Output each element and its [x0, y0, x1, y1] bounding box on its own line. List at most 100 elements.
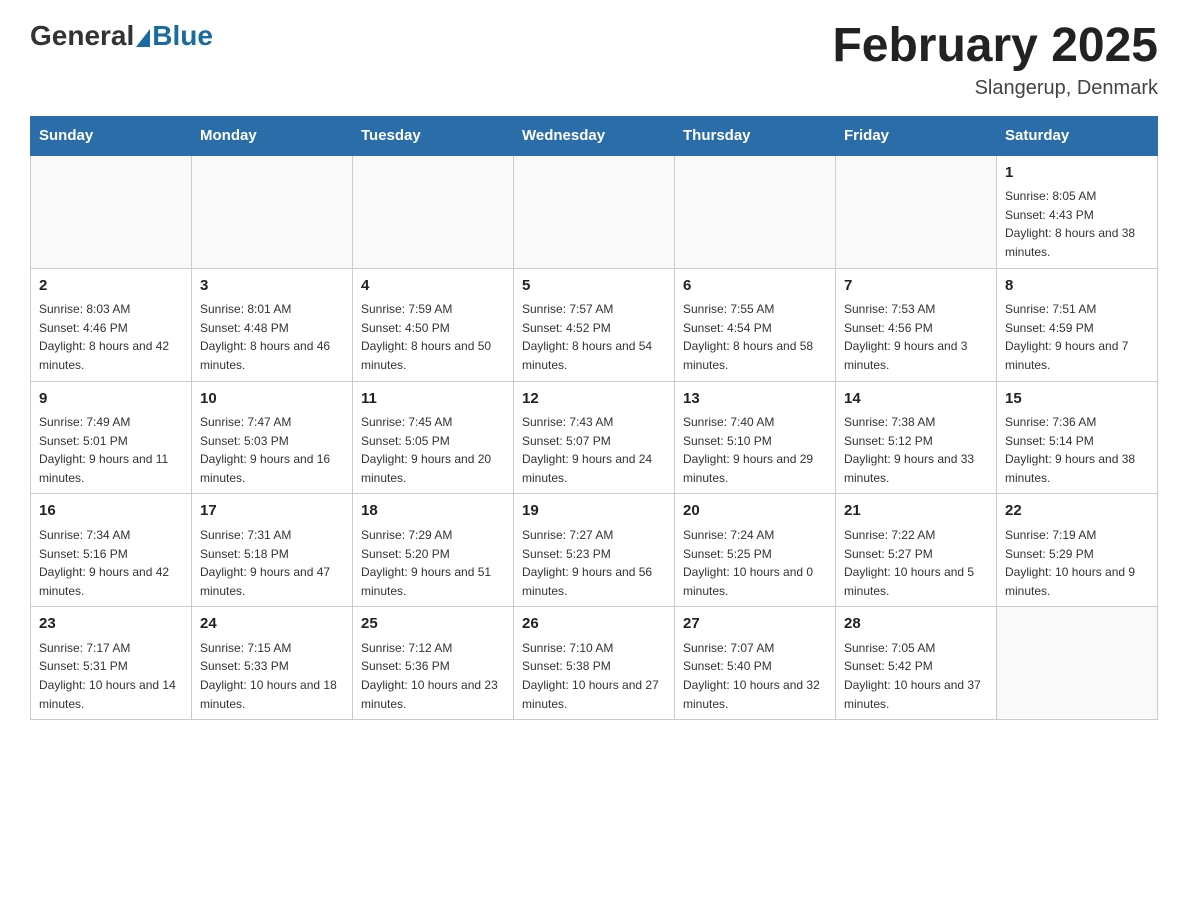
day-info: Sunrise: 7:38 AMSunset: 5:12 PMDaylight:… — [844, 413, 988, 487]
day-info: Sunrise: 7:22 AMSunset: 5:27 PMDaylight:… — [844, 526, 988, 600]
calendar-cell: 21Sunrise: 7:22 AMSunset: 5:27 PMDayligh… — [836, 494, 997, 607]
day-info: Sunrise: 7:31 AMSunset: 5:18 PMDaylight:… — [200, 526, 344, 600]
day-number: 26 — [522, 613, 666, 636]
calendar-cell: 16 Sunrise: 7:34 AMSunset: 5:16 PMDayligh… — [31, 494, 192, 607]
day-info: Sunrise: 7:17 AMSunset: 5:31 PMDaylight:… — [39, 639, 183, 713]
calendar-cell: 14Sunrise: 7:38 AMSunset: 5:12 PMDayligh… — [836, 381, 997, 494]
calendar-cell: 13Sunrise: 7:40 AMSunset: 5:10 PMDayligh… — [675, 381, 836, 494]
day-info: Sunrise: 7:57 AMSunset: 4:52 PMDaylight:… — [522, 300, 666, 374]
day-number: 18 — [361, 500, 505, 523]
day-info: Sunrise: 8:01 AMSunset: 4:48 PMDaylight:… — [200, 300, 344, 374]
calendar-cell: 17Sunrise: 7:31 AMSunset: 5:18 PMDayligh… — [192, 494, 353, 607]
calendar-cell — [997, 607, 1158, 720]
day-number: 8 — [1005, 275, 1149, 298]
calendar-cell: 2Sunrise: 8:03 AMSunset: 4:46 PMDaylight… — [31, 268, 192, 381]
day-number: 1 — [1005, 162, 1149, 185]
day-info: Sunrise: 7:29 AMSunset: 5:20 PMDaylight:… — [361, 526, 505, 600]
day-info: Sunrise: 7:47 AMSunset: 5:03 PMDaylight:… — [200, 413, 344, 487]
day-info: Sunrise: 8:03 AMSunset: 4:46 PMDaylight:… — [39, 300, 183, 374]
calendar-cell: 8Sunrise: 7:51 AMSunset: 4:59 PMDaylight… — [997, 268, 1158, 381]
calendar-cell: 11Sunrise: 7:45 AMSunset: 5:05 PMDayligh… — [353, 381, 514, 494]
calendar-cell: 24 Sunrise: 7:15 AMSunset: 5:33 PMDayligh… — [192, 607, 353, 720]
day-number: 15 — [1005, 388, 1149, 411]
day-number: 7 — [844, 275, 988, 298]
logo-general-text: General — [30, 20, 134, 52]
header-sunday: Sunday — [31, 116, 192, 155]
calendar-cell: 28 Sunrise: 7:05 AMSunset: 5:42 PMDayligh… — [836, 607, 997, 720]
calendar-cell: 9Sunrise: 7:49 AMSunset: 5:01 PMDaylight… — [31, 381, 192, 494]
day-number: 25 — [361, 613, 505, 636]
calendar-cell: 7Sunrise: 7:53 AMSunset: 4:56 PMDaylight… — [836, 268, 997, 381]
day-info: Sunrise: 7:34 AMSunset: 5:16 PMDaylight:… — [39, 526, 183, 600]
day-number: 23 — [39, 613, 183, 636]
day-info: Sunrise: 7:55 AMSunset: 4:54 PMDaylight:… — [683, 300, 827, 374]
day-number: 20 — [683, 500, 827, 523]
day-number: 19 — [522, 500, 666, 523]
header-wednesday: Wednesday — [514, 116, 675, 155]
logo-blue-text: Blue — [152, 20, 213, 52]
calendar-header: Sunday Monday Tuesday Wednesday Thursday… — [31, 116, 1158, 155]
logo: General Blue — [30, 20, 213, 52]
calendar-cell — [192, 155, 353, 268]
day-info: Sunrise: 7:49 AMSunset: 5:01 PMDaylight:… — [39, 413, 183, 487]
header-thursday: Thursday — [675, 116, 836, 155]
calendar-week-5: 23 Sunrise: 7:17 AMSunset: 5:31 PMDayligh… — [31, 607, 1158, 720]
calendar-cell: 12Sunrise: 7:43 AMSunset: 5:07 PMDayligh… — [514, 381, 675, 494]
day-number: 11 — [361, 388, 505, 411]
calendar-cell: 5Sunrise: 7:57 AMSunset: 4:52 PMDaylight… — [514, 268, 675, 381]
day-number: 6 — [683, 275, 827, 298]
calendar-cell — [31, 155, 192, 268]
day-info: Sunrise: 7:12 AMSunset: 5:36 PMDaylight:… — [361, 639, 505, 713]
calendar-cell: 25 Sunrise: 7:12 AMSunset: 5:36 PMDayligh… — [353, 607, 514, 720]
calendar-cell: 15Sunrise: 7:36 AMSunset: 5:14 PMDayligh… — [997, 381, 1158, 494]
day-number: 4 — [361, 275, 505, 298]
header-friday: Friday — [836, 116, 997, 155]
day-info: Sunrise: 7:45 AMSunset: 5:05 PMDaylight:… — [361, 413, 505, 487]
calendar-cell: 18 Sunrise: 7:29 AMSunset: 5:20 PMDayligh… — [353, 494, 514, 607]
day-info: Sunrise: 7:05 AMSunset: 5:42 PMDaylight:… — [844, 639, 988, 713]
day-number: 2 — [39, 275, 183, 298]
day-info: Sunrise: 7:19 AMSunset: 5:29 PMDaylight:… — [1005, 526, 1149, 600]
day-info: Sunrise: 7:24 AMSunset: 5:25 PMDaylight:… — [683, 526, 827, 600]
title-section: February 2025 Slangerup, Denmark — [832, 20, 1158, 100]
calendar-cell: 23 Sunrise: 7:17 AMSunset: 5:31 PMDayligh… — [31, 607, 192, 720]
calendar-cell: 22Sunrise: 7:19 AMSunset: 5:29 PMDayligh… — [997, 494, 1158, 607]
day-info: Sunrise: 7:10 AMSunset: 5:38 PMDaylight:… — [522, 639, 666, 713]
day-number: 3 — [200, 275, 344, 298]
day-info: Sunrise: 7:36 AMSunset: 5:14 PMDaylight:… — [1005, 413, 1149, 487]
calendar-table: Sunday Monday Tuesday Wednesday Thursday… — [30, 116, 1158, 720]
day-info: Sunrise: 7:15 AMSunset: 5:33 PMDaylight:… — [200, 639, 344, 713]
day-info: Sunrise: 7:07 AMSunset: 5:40 PMDaylight:… — [683, 639, 827, 713]
calendar-week-1: 1Sunrise: 8:05 AMSunset: 4:43 PMDaylight… — [31, 155, 1158, 268]
calendar-cell — [353, 155, 514, 268]
calendar-cell — [514, 155, 675, 268]
calendar-cell — [836, 155, 997, 268]
header-monday: Monday — [192, 116, 353, 155]
day-number: 9 — [39, 388, 183, 411]
day-number: 16 — [39, 500, 183, 523]
day-number: 13 — [683, 388, 827, 411]
header-tuesday: Tuesday — [353, 116, 514, 155]
calendar-cell: 10Sunrise: 7:47 AMSunset: 5:03 PMDayligh… — [192, 381, 353, 494]
calendar-cell: 1Sunrise: 8:05 AMSunset: 4:43 PMDaylight… — [997, 155, 1158, 268]
calendar-cell: 19Sunrise: 7:27 AMSunset: 5:23 PMDayligh… — [514, 494, 675, 607]
day-number: 14 — [844, 388, 988, 411]
calendar-cell: 3Sunrise: 8:01 AMSunset: 4:48 PMDaylight… — [192, 268, 353, 381]
day-info: Sunrise: 8:05 AMSunset: 4:43 PMDaylight:… — [1005, 187, 1149, 261]
calendar-week-2: 2Sunrise: 8:03 AMSunset: 4:46 PMDaylight… — [31, 268, 1158, 381]
calendar-week-4: 16 Sunrise: 7:34 AMSunset: 5:16 PMDayligh… — [31, 494, 1158, 607]
day-info: Sunrise: 7:51 AMSunset: 4:59 PMDaylight:… — [1005, 300, 1149, 374]
calendar-body: 1Sunrise: 8:05 AMSunset: 4:43 PMDaylight… — [31, 155, 1158, 720]
calendar-cell — [675, 155, 836, 268]
calendar-cell: 27Sunrise: 7:07 AMSunset: 5:40 PMDayligh… — [675, 607, 836, 720]
calendar-cell: 26 Sunrise: 7:10 AMSunset: 5:38 PMDayligh… — [514, 607, 675, 720]
calendar-cell: 20 Sunrise: 7:24 AMSunset: 5:25 PMDayligh… — [675, 494, 836, 607]
weekday-header-row: Sunday Monday Tuesday Wednesday Thursday… — [31, 116, 1158, 155]
calendar-week-3: 9Sunrise: 7:49 AMSunset: 5:01 PMDaylight… — [31, 381, 1158, 494]
location-subtitle: Slangerup, Denmark — [832, 77, 1158, 100]
day-number: 28 — [844, 613, 988, 636]
month-title: February 2025 — [832, 20, 1158, 73]
day-info: Sunrise: 7:59 AMSunset: 4:50 PMDaylight:… — [361, 300, 505, 374]
day-number: 24 — [200, 613, 344, 636]
day-info: Sunrise: 7:43 AMSunset: 5:07 PMDaylight:… — [522, 413, 666, 487]
